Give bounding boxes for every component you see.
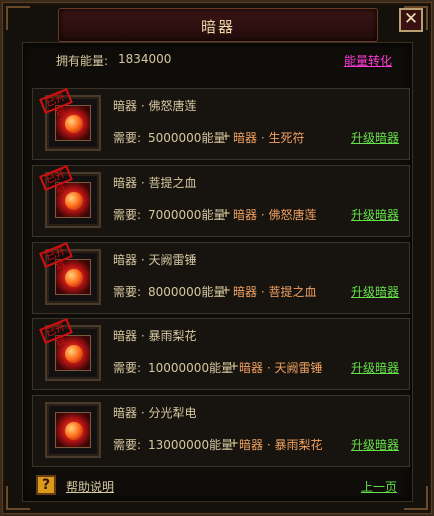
item-row: 已开启 暗器 · 菩提之血 需要: 7000000能量 + 暗器 · 佛怒唐莲 … <box>32 164 410 237</box>
gem-icon <box>65 269 83 287</box>
gem-icon <box>65 192 83 210</box>
upgrade-link[interactable]: 升级暗器 <box>351 283 399 300</box>
item-icon-frame[interactable]: 已开启 <box>39 241 101 305</box>
item-name: 暗器 · 佛怒唐莲 <box>113 99 197 113</box>
item-name: 暗器 · 天阙雷锤 <box>113 253 197 267</box>
upgrade-link[interactable]: 升级暗器 <box>351 129 399 146</box>
item-icon-frame[interactable] <box>45 402 101 458</box>
plus-sign: + <box>221 129 232 143</box>
frame-corner <box>6 6 30 30</box>
item-name: 暗器 · 菩提之血 <box>113 176 197 190</box>
gem-icon <box>65 422 83 440</box>
req-item: 暗器 · 暴雨梨花 <box>239 438 323 452</box>
weapon-icon <box>55 412 91 448</box>
energy-value: 1834000 <box>118 52 172 66</box>
req-item: 暗器 · 生死符 <box>233 131 305 145</box>
req-cost: 5000000能量 <box>148 131 226 145</box>
gem-icon <box>65 115 83 133</box>
upgrade-link[interactable]: 升级暗器 <box>351 359 399 376</box>
help-link[interactable]: 帮助说明 <box>66 478 114 495</box>
gem-icon <box>65 345 83 363</box>
item-icon-frame[interactable]: 已开启 <box>39 317 101 381</box>
item-name: 暗器 · 暴雨梨花 <box>113 329 197 343</box>
upgrade-link[interactable]: 升级暗器 <box>351 206 399 223</box>
req-label: 需要: <box>113 438 142 452</box>
plus-sign: + <box>229 359 240 373</box>
window-title: 暗器 <box>200 18 235 36</box>
plus-sign: + <box>229 436 240 450</box>
req-item: 暗器 · 天阙雷锤 <box>239 361 323 375</box>
upgrade-link[interactable]: 升级暗器 <box>351 436 399 453</box>
req-cost: 8000000能量 <box>148 285 226 299</box>
prev-page-link[interactable]: 上一页 <box>361 478 397 495</box>
item-row: 已开启 暗器 · 佛怒唐莲 需要: 5000000能量 + 暗器 · 生死符 升… <box>32 87 410 160</box>
req-item: 暗器 · 佛怒唐莲 <box>233 208 317 222</box>
item-row: 已开启 暗器 · 天阙雷锤 需要: 8000000能量 + 暗器 · 菩提之血 … <box>32 241 410 314</box>
req-label: 需要: <box>113 208 142 222</box>
help-icon[interactable]: ? <box>36 475 56 495</box>
item-name: 暗器 · 分光犁电 <box>113 406 197 420</box>
item-icon-frame[interactable]: 已开启 <box>39 164 101 228</box>
energy-label: 拥有能量: <box>56 54 109 68</box>
title-bar: 暗器 <box>58 8 378 42</box>
req-label: 需要: <box>113 285 142 299</box>
close-button[interactable]: ✕ <box>399 8 423 32</box>
req-cost: 10000000能量 <box>148 361 234 375</box>
plus-sign: + <box>221 206 232 220</box>
energy-convert-link[interactable]: 能量转化 <box>344 52 392 69</box>
item-row: 暗器 · 分光犁电 需要: 13000000能量 + 暗器 · 暴雨梨花 升级暗… <box>32 395 410 467</box>
item-row: 已开启 暗器 · 暴雨梨花 需要: 10000000能量 + 暗器 · 天阙雷锤… <box>32 317 410 390</box>
req-label: 需要: <box>113 131 142 145</box>
req-cost: 7000000能量 <box>148 208 226 222</box>
plus-sign: + <box>221 283 232 297</box>
item-icon-frame[interactable]: 已开启 <box>39 87 101 151</box>
req-label: 需要: <box>113 361 142 375</box>
req-cost: 13000000能量 <box>148 438 234 452</box>
req-item: 暗器 · 菩提之血 <box>233 285 317 299</box>
